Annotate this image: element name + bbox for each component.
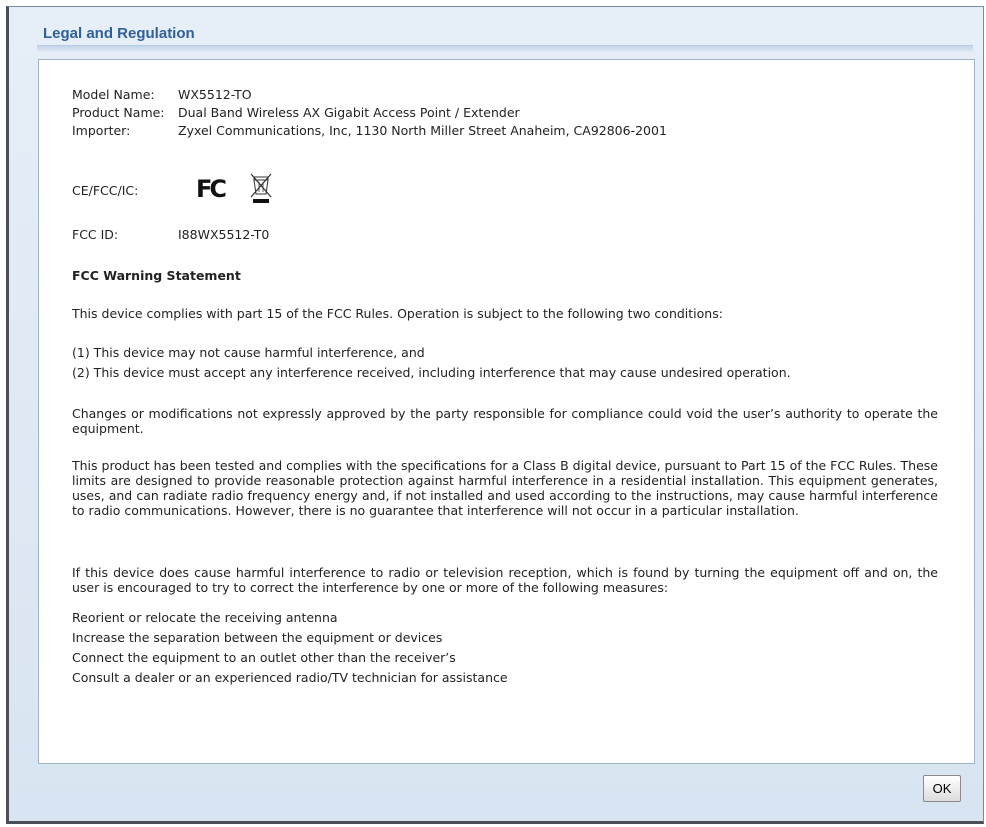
fccid-value: I88WX5512-T0 [178,227,270,242]
intro-text: This device complies with part 15 of the… [72,306,723,321]
fcc-logo-icon: FC [196,175,227,203]
changes-paragraph: Changes or modifications not expressly a… [72,406,938,436]
model-value: WX5512-TO [178,87,252,102]
content-panel: Model Name: WX5512-TO Product Name: Dual B… [38,59,975,764]
product-row: Product Name: Dual Band Wireless AX Gigab… [72,105,520,120]
title-divider [37,45,973,52]
measure-item: Consult a dealer or an experienced radio… [72,670,508,685]
measure-item: Reorient or relocate the receiving anten… [72,610,338,625]
condition-1: (1) This device may not cause harmful in… [72,345,425,360]
model-label: Model Name: [72,87,155,102]
importer-label: Importer: [72,123,131,138]
measure-item: Increase the separation between the equi… [72,630,443,645]
tested-paragraph: This product has been tested and complie… [72,458,938,518]
fcc-logo-text: FC [196,175,227,203]
weee-bin-icon [250,173,272,203]
fccid-label: FCC ID: [72,227,119,242]
dialog-title: Legal and Regulation [43,25,195,42]
legal-regulation-dialog: Legal and Regulation Model Name: WX5512-T… [6,6,984,824]
condition-2: (2) This device must accept any interfer… [72,365,791,380]
fccid-row: FCC ID: I88WX5512-T0 [72,227,269,242]
if-device-paragraph: If this device does cause harmful interf… [72,565,938,595]
measure-item: Connect the equipment to an outlet other… [72,650,456,665]
model-row: Model Name: WX5512-TO [72,87,252,102]
importer-row: Importer: Zyxel Communications, Inc, 1130… [72,123,667,138]
ok-button[interactable]: OK [923,775,961,802]
warning-heading: FCC Warning Statement [72,268,241,283]
product-value: Dual Band Wireless AX Gigabit Access Poi… [178,105,520,120]
cert-label: CE/FCC/IC: [72,183,139,198]
product-label: Product Name: [72,105,165,120]
importer-value: Zyxel Communications, Inc, 1130 North Mi… [178,123,667,138]
